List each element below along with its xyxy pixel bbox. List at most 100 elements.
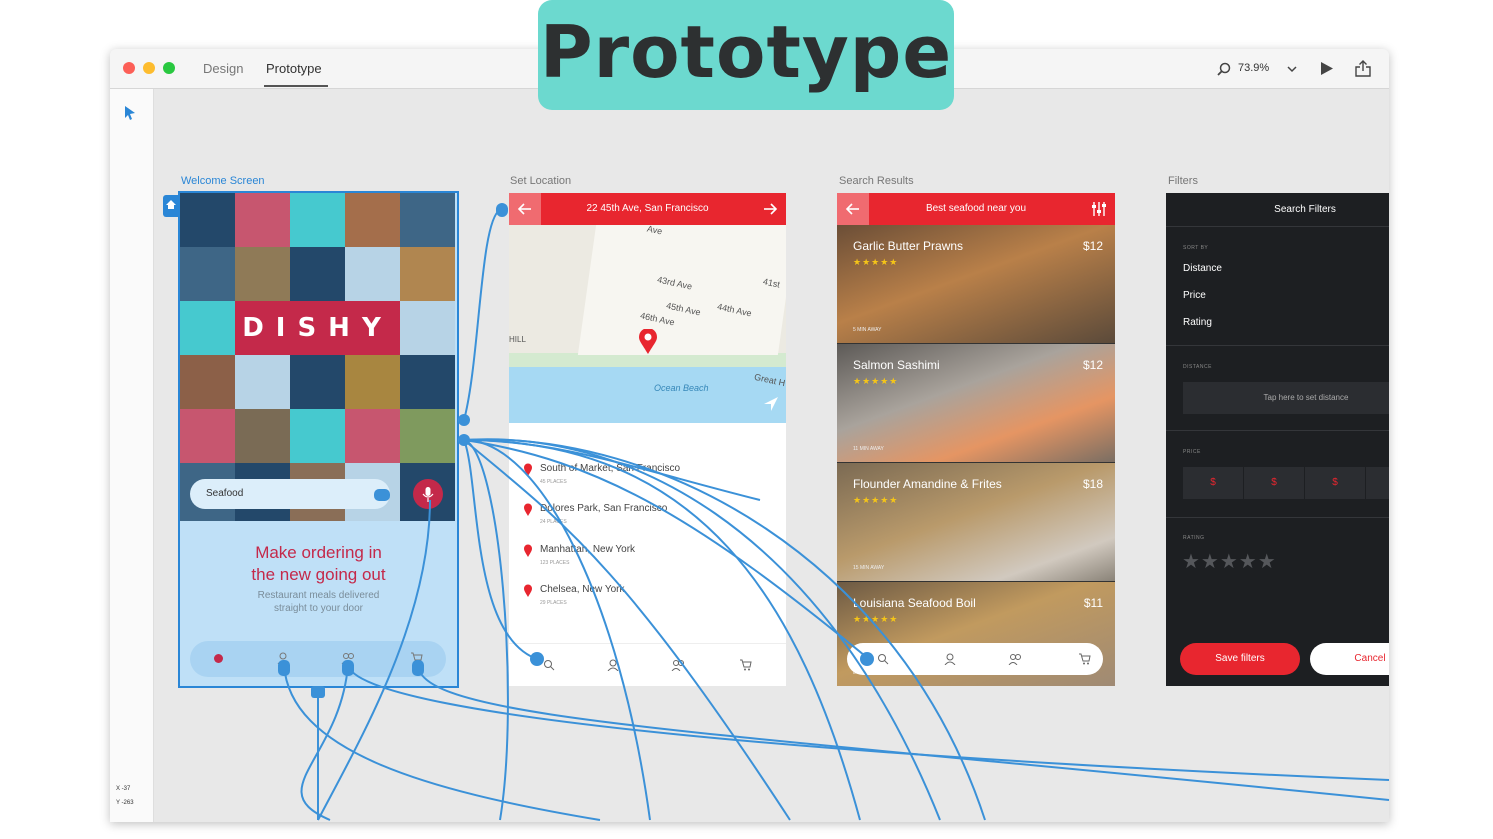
app-window: Design Prototype 73.9% X -37 Y -263 Welc… — [110, 49, 1389, 822]
price-option[interactable]: $ — [1244, 467, 1304, 499]
place-name: South of Market, San Francisco — [540, 463, 681, 474]
dish-name: Garlic Butter Prawns — [853, 239, 964, 253]
artboard-label-welcome[interactable]: Welcome Screen — [181, 175, 265, 187]
star-rating: ★★★★★ — [853, 495, 899, 505]
artboard-label-filters[interactable]: Filters — [1168, 175, 1198, 187]
nav-friends-icon[interactable] — [1008, 653, 1022, 665]
tagline-line-1: Restaurant meals delivered — [257, 590, 380, 601]
price-option[interactable]: $ — [1183, 467, 1243, 499]
location-header: 22 45th Ave, San Francisco — [509, 193, 786, 225]
nav-home-icon[interactable] — [214, 654, 223, 663]
cancel-button[interactable]: Cancel — [1310, 643, 1389, 675]
minimize-window-button[interactable] — [143, 62, 155, 74]
share-icon[interactable] — [1354, 59, 1372, 77]
artboard-label-results[interactable]: Search Results — [839, 175, 914, 187]
prototype-banner: Prototype — [538, 0, 954, 110]
location-pin-icon — [524, 503, 532, 516]
sort-option-distance[interactable]: Distance — [1183, 263, 1222, 274]
back-button[interactable] — [509, 193, 541, 225]
coordinate-x: X -37 — [116, 786, 131, 792]
distance-heading: DISTANCE — [1183, 364, 1212, 370]
zoom-level[interactable]: 73.9% — [1238, 62, 1269, 74]
play-icon[interactable] — [1320, 61, 1334, 76]
filter-sliders-icon[interactable] — [1083, 193, 1115, 225]
home-icon — [166, 200, 176, 209]
result-card[interactable]: Salmon Sashimi $12 ★★★★★ 11 MIN AWAY — [837, 344, 1115, 462]
active-tab-indicator — [264, 85, 328, 87]
tab-prototype[interactable]: Prototype — [266, 61, 322, 76]
arrow-right-icon[interactable] — [754, 193, 786, 225]
dish-price: $12 — [1082, 239, 1103, 253]
place-item[interactable]: Chelsea, New York 29 PLACES — [523, 584, 625, 606]
maximize-window-button[interactable] — [163, 62, 175, 74]
location-artboard[interactable]: 43rd Ave 44th Ave 45th Ave 46th Ave 41st… — [509, 193, 786, 686]
sort-by-heading: SORT BY — [1183, 245, 1209, 251]
nav-cart-icon[interactable] — [739, 659, 752, 671]
nav-profile-icon[interactable] — [944, 653, 956, 665]
tagline-line-2: straight to your door — [274, 603, 363, 614]
result-card[interactable]: Flounder Amandine & Frites $18 ★★★★★ 15 … — [837, 463, 1115, 581]
place-count: 45 PLACES — [540, 479, 567, 485]
photo-mosaic: DISHY Seafood — [180, 193, 457, 521]
back-button[interactable] — [837, 193, 869, 225]
sort-option-rating[interactable]: Rating — [1183, 317, 1212, 328]
nav-profile-icon[interactable] — [607, 659, 619, 671]
rating-heading: RATING — [1183, 535, 1205, 541]
place-item[interactable]: Manhattan, New York 123 PLACES — [523, 544, 635, 566]
nav-cart-icon[interactable] — [410, 652, 423, 664]
location-pin-icon — [524, 544, 532, 557]
search-icon[interactable] — [1217, 62, 1231, 76]
place-item[interactable]: Dolores Park, San Francisco 24 PLACES — [523, 503, 667, 525]
location-address: 22 45th Ave, San Francisco — [586, 203, 709, 214]
location-pin-icon — [639, 329, 657, 354]
voice-search-button[interactable] — [413, 479, 443, 509]
nav-search-icon[interactable] — [877, 653, 889, 665]
navigate-arrow-icon[interactable] — [763, 396, 779, 412]
map-label-ocean: Ocean Beach — [654, 383, 709, 393]
nav-friends-icon[interactable] — [671, 659, 685, 671]
filters-artboard[interactable]: Search Filters SORT BY Distance Price Ra… — [1166, 193, 1389, 686]
location-bottom-nav — [509, 643, 786, 686]
place-item[interactable]: South of Market, San Francisco 45 PLACES — [523, 463, 680, 485]
location-pin-icon — [524, 463, 532, 476]
results-artboard[interactable]: Garlic Butter Prawns $12 ★★★★★ 5 MIN AWA… — [837, 193, 1115, 686]
dish-name: Flounder Amandine & Frites — [853, 477, 1002, 491]
save-filters-button[interactable]: Save filters — [1180, 643, 1300, 675]
welcome-bottom-nav — [190, 641, 446, 677]
result-card[interactable]: Garlic Butter Prawns $12 ★★★★★ 5 MIN AWA… — [837, 225, 1115, 343]
headline-line-2: the new going out — [251, 565, 386, 584]
dish-price: $11 — [1083, 596, 1103, 610]
nav-profile-icon[interactable] — [277, 652, 289, 664]
place-name: Chelsea, New York — [540, 584, 625, 595]
close-window-button[interactable] — [123, 62, 135, 74]
nav-friends-icon[interactable] — [341, 652, 355, 664]
filters-title: Search Filters — [1166, 193, 1389, 227]
results-title: Best seafood near you — [925, 203, 1027, 214]
search-input[interactable]: Seafood — [190, 479, 390, 509]
chevron-down-icon[interactable] — [1287, 65, 1297, 73]
rating-stars[interactable]: ★★★★★ — [1182, 549, 1277, 574]
price-option[interactable]: $ — [1305, 467, 1365, 499]
welcome-artboard[interactable]: DISHY Seafood Make ordering in the new g… — [163, 191, 459, 688]
artboard-label-location[interactable]: Set Location — [510, 175, 571, 187]
nav-search-icon[interactable] — [543, 659, 555, 671]
place-count: 29 PLACES — [540, 600, 567, 606]
microphone-icon — [422, 487, 434, 502]
map-view[interactable]: 43rd Ave 44th Ave 45th Ave 46th Ave 41st… — [509, 224, 786, 423]
home-screen-marker[interactable] — [163, 195, 179, 217]
star-rating: ★★★★★ — [853, 376, 899, 386]
price-option[interactable]: $ — [1366, 467, 1389, 499]
distance-input[interactable]: Tap here to set distance — [1183, 382, 1389, 414]
dish-name: Louisiana Seafood Boil — [853, 596, 976, 610]
dish-distance: 5 MIN AWAY — [853, 327, 882, 333]
place-name: Dolores Park, San Francisco — [540, 503, 668, 514]
coordinate-y: Y -263 — [116, 800, 134, 806]
tab-design[interactable]: Design — [203, 61, 243, 76]
nav-cart-icon[interactable] — [1078, 653, 1091, 665]
place-count: 123 PLACES — [540, 560, 570, 566]
star-rating: ★★★★★ — [853, 614, 899, 624]
sort-option-price[interactable]: Price — [1183, 290, 1206, 301]
dish-distance: 15 MIN AWAY — [853, 565, 885, 571]
search-input-value: Seafood — [206, 488, 244, 499]
cursor-arrow-icon[interactable] — [124, 105, 136, 121]
